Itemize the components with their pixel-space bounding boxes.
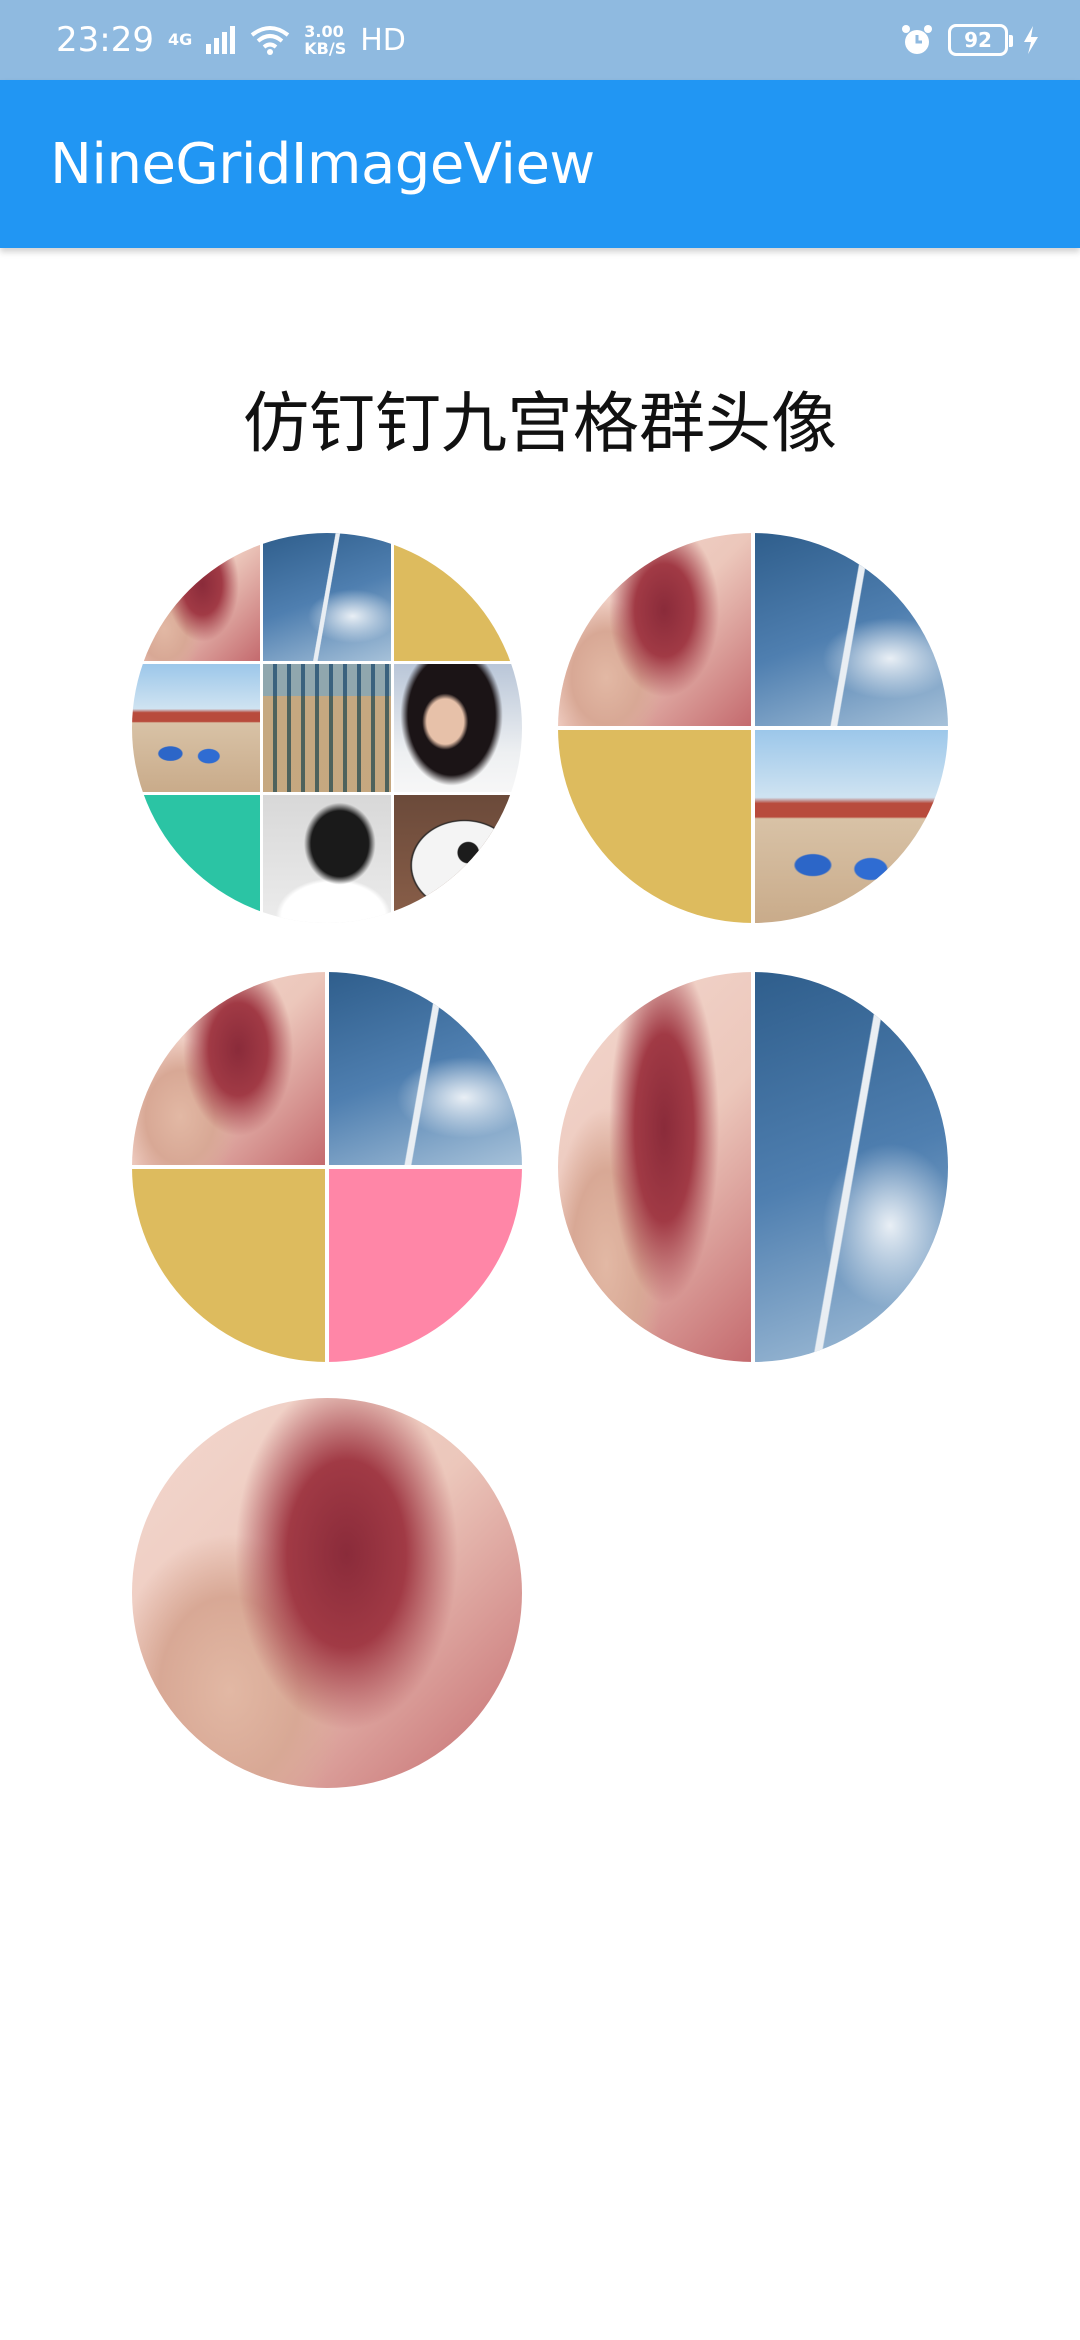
group-avatar-two[interactable] — [558, 972, 948, 1362]
avatar-cell-yellow — [558, 730, 751, 923]
avatar-cell-woman-image — [394, 664, 522, 792]
battery-level: 92 — [964, 28, 992, 52]
network-type: 4G — [167, 30, 193, 49]
avatar-cell-turbine-image — [755, 972, 948, 1362]
speed-value: 3.00 — [304, 22, 344, 41]
avatar-cell-hair-image — [132, 1398, 522, 1788]
network-speed: 3.00 KB/S — [304, 23, 346, 57]
avatar-cell-yellow — [132, 1169, 325, 1362]
avatar-cell-panda-image — [394, 795, 522, 923]
signal-icon — [206, 26, 236, 54]
avatar-cell-yellow — [394, 533, 522, 661]
avatar-cell-turbine-image — [263, 533, 391, 661]
avatar-cell-hair-image — [558, 972, 751, 1362]
wifi-icon — [251, 26, 290, 55]
avatar-cell-building-image — [263, 664, 391, 792]
charging-icon — [1024, 26, 1038, 54]
app-title: NineGridImageView — [50, 131, 595, 197]
group-avatar-four-a[interactable] — [558, 533, 948, 923]
avatar-cell-hair-image — [132, 533, 260, 661]
speed-unit: KB/S — [304, 39, 347, 58]
alarm-icon — [902, 25, 932, 54]
avatar-cell-teal — [132, 795, 260, 923]
avatar-cell-pink — [329, 1169, 522, 1362]
status-time: 23:29 — [56, 20, 154, 60]
app-bar: NineGridImageView — [0, 80, 1080, 248]
avatar-cell-hair-image — [132, 972, 325, 1165]
status-left: 23:29 4G 3.00 KB/S HD — [56, 20, 406, 60]
battery-icon: 92 — [948, 24, 1013, 56]
group-avatar-single[interactable] — [132, 1398, 522, 1788]
avatar-cell-turbine-image — [755, 533, 948, 726]
avatar-cell-beach-image — [755, 730, 948, 923]
avatar-cell-bw-image — [263, 795, 391, 923]
status-right: 92 — [900, 23, 1040, 57]
status-bar: 23:29 4G 3.00 KB/S HD 92 — [0, 0, 1080, 80]
group-avatar-nine[interactable] — [132, 533, 522, 923]
avatar-cell-turbine-image — [329, 972, 522, 1165]
hd-label: HD — [360, 22, 406, 58]
avatar-cell-hair-image — [558, 533, 751, 726]
page-heading: 仿钉钉九宫格群头像 — [243, 385, 837, 462]
group-avatar-four-b[interactable] — [132, 972, 522, 1362]
avatar-cell-beach-image — [132, 664, 260, 792]
